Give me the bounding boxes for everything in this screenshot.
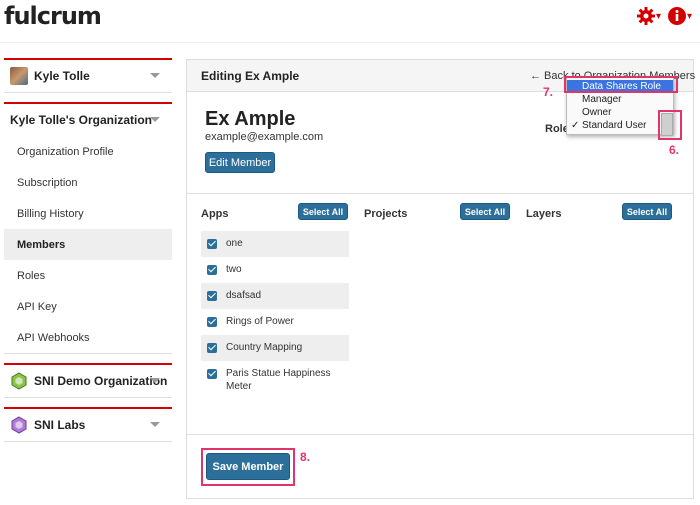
hexagon-org-icon: [11, 416, 27, 434]
layers-select-all-button[interactable]: Select All: [622, 203, 672, 220]
org-name: SNI Demo Organization: [34, 374, 168, 388]
checkbox[interactable]: [207, 239, 217, 249]
user-menu[interactable]: Kyle Tolle: [4, 58, 172, 93]
list-item[interactable]: Paris Statue Happiness Meter: [201, 361, 349, 399]
layers-title: Layers: [526, 208, 562, 220]
hexagon-org-icon: [11, 372, 27, 390]
org-switcher-sni-labs[interactable]: SNI Labs: [4, 407, 172, 442]
org-name: SNI Labs: [34, 418, 86, 432]
sidebar-item-api-key[interactable]: API Key: [4, 291, 172, 322]
sidebar-item-subscription[interactable]: Subscription: [4, 167, 172, 198]
checkbox[interactable]: [207, 317, 217, 327]
info-icon: [667, 7, 686, 25]
section-divider: [187, 193, 693, 194]
sidebar-item-billing-history[interactable]: Billing History: [4, 198, 172, 229]
org-switcher-header[interactable]: SNI Labs: [4, 409, 172, 441]
checkbox[interactable]: [207, 369, 217, 379]
list-item[interactable]: two: [201, 257, 349, 283]
settings-menu[interactable]: ▾: [636, 6, 661, 26]
fulcrum-logo[interactable]: fulcrum: [4, 2, 102, 30]
highlight-box-step8: [201, 448, 295, 486]
chevron-down-icon: [150, 117, 160, 122]
sidebar-item-organization-profile[interactable]: Organization Profile: [4, 136, 172, 167]
chevron-down-icon: [150, 422, 160, 427]
list-item[interactable]: Rings of Power: [201, 309, 349, 335]
apps-title: Apps: [201, 208, 229, 220]
member-name: Ex Ample: [205, 108, 296, 130]
sidebar-item-members[interactable]: Members: [4, 229, 172, 260]
chevron-down-icon: [150, 378, 160, 383]
user-name: Kyle Tolle: [34, 69, 90, 83]
apps-select-all-button[interactable]: Select All: [298, 203, 348, 220]
org-name: Kyle Tolle's Organization: [10, 113, 152, 127]
avatar: [10, 67, 28, 85]
org-menu: Kyle Tolle's Organization Organization P…: [4, 102, 172, 354]
sidebar: Kyle Tolle Kyle Tolle's Organization Org…: [4, 58, 172, 442]
header-divider: [0, 42, 700, 43]
highlight-box-step7: [564, 76, 678, 93]
projects-select-all-button[interactable]: Select All: [460, 203, 510, 220]
checkbox[interactable]: [207, 343, 217, 353]
checkbox[interactable]: [207, 291, 217, 301]
user-menu-header[interactable]: Kyle Tolle: [4, 60, 172, 92]
checkbox[interactable]: [207, 265, 217, 275]
header-icons: ▾ ▾: [636, 6, 692, 26]
projects-title: Projects: [364, 208, 408, 220]
edit-member-button[interactable]: Edit Member: [205, 152, 275, 173]
role-option-manager[interactable]: Manager: [567, 93, 673, 106]
gear-icon: [636, 7, 655, 25]
sidebar-item-roles[interactable]: Roles: [4, 260, 172, 291]
apps-list: one two dsafsad Rings of Power Country M…: [201, 231, 349, 399]
member-email: example@example.com: [205, 131, 324, 143]
step-8-label: 8.: [300, 450, 311, 464]
info-menu[interactable]: ▾: [667, 6, 692, 26]
list-item[interactable]: one: [201, 231, 349, 257]
org-switcher-sni-demo[interactable]: SNI Demo Organization: [4, 363, 172, 398]
org-switcher-header[interactable]: SNI Demo Organization: [4, 365, 172, 397]
chevron-down-icon: ▾: [655, 10, 661, 22]
page-title: Editing Ex Ample: [201, 68, 300, 83]
sidebar-item-api-webhooks[interactable]: API Webhooks: [4, 322, 172, 353]
list-item[interactable]: dsafsad: [201, 283, 349, 309]
chevron-down-icon: [150, 73, 160, 78]
list-item[interactable]: Country Mapping: [201, 335, 349, 361]
highlight-box-step6: [658, 110, 682, 140]
chevron-down-icon: ▾: [686, 10, 692, 22]
checkmark-icon: ✓: [571, 120, 580, 131]
step-6-label: 6.: [669, 143, 680, 157]
footer-divider: [187, 434, 693, 435]
org-menu-header[interactable]: Kyle Tolle's Organization: [4, 104, 172, 136]
step-7-label: 7.: [543, 85, 554, 99]
